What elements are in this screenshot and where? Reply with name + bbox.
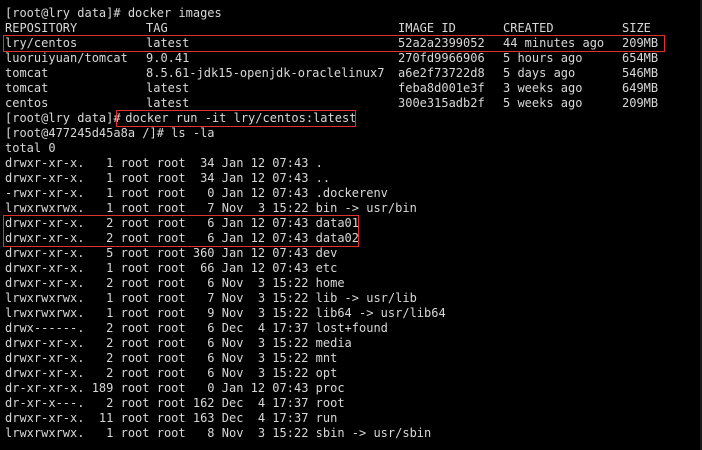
header-size: SIZE: [622, 21, 651, 35]
total-line: total 0: [5, 141, 56, 155]
image-created: 5 days ago: [503, 66, 576, 80]
images-header-row: REPOSITORY TAG IMAGE ID CREATED SIZE: [5, 21, 695, 36]
ls-entry: -rwxr-xr-x. 1 root root 0 Jan 12 07:43 .…: [5, 186, 388, 200]
terminal-window[interactable]: [root@lry data]# docker images REPOSITOR…: [0, 0, 702, 450]
highlight-box-run-command: [116, 110, 356, 127]
ls-entry: lrwxrwxrwx. 1 root root 7 Nov 3 15:22 bi…: [5, 201, 417, 215]
image-row: centos latest 300e315adb2f 5 weeks ago 2…: [5, 96, 695, 111]
highlight-box-data-dirs: [3, 215, 359, 247]
ls-entry: drwxr-xr-x. 5 root root 360 Jan 12 07:43…: [5, 246, 338, 260]
ls-entry: lrwxrwxrwx. 1 root root 7 Nov 3 15:22 li…: [5, 291, 417, 305]
ls-entry: drwxr-xr-x. 2 root root 6 Nov 3 15:22 me…: [5, 336, 352, 350]
image-repository: centos: [5, 96, 49, 110]
image-repository: luoruiyuan/tomcat: [5, 51, 128, 65]
image-id: 270fd9966906: [398, 51, 485, 65]
header-repository: REPOSITORY: [5, 21, 78, 35]
image-size: 546MB: [622, 66, 659, 80]
ls-entry: drwxr-xr-x. 1 root root 66 Jan 12 07:43 …: [5, 261, 338, 275]
image-row: tomcat latest feba8d001e3f 3 weeks ago 6…: [5, 81, 695, 96]
image-id: 300e315adb2f: [398, 96, 485, 110]
ls-entry: lrwxrwxrwx. 1 root root 8 Nov 3 15:22 sb…: [5, 426, 432, 440]
ls-entry: drwxr-xr-x. 1 root root 34 Jan 12 07:43 …: [5, 171, 331, 185]
image-repository: tomcat: [5, 81, 49, 95]
ls-entry: drwxr-xr-x. 2 root root 6 Nov 3 15:22 op…: [5, 366, 338, 380]
ls-entry: drwxr-xr-x. 1 root root 34 Jan 12 07:43 …: [5, 156, 323, 170]
image-id: feba8d001e3f: [398, 81, 485, 95]
header-image-id: IMAGE ID: [398, 21, 456, 35]
ls-entry: drwxr-xr-x. 2 root root 6 Nov 3 15:22 mn…: [5, 351, 338, 365]
image-row: luoruiyuan/tomcat 9.0.41 270fd9966906 5 …: [5, 51, 695, 66]
ls-entry: dr-xr-xr-x. 189 root root 0 Jan 12 07:43…: [5, 381, 345, 395]
image-row: tomcat 8.5.61-jdk15-openjdk-oraclelinux7…: [5, 66, 695, 81]
highlight-box-image-row: [3, 35, 665, 52]
image-created: 5 weeks ago: [503, 96, 583, 110]
run-prompt: [root@lry data]#: [5, 111, 121, 125]
image-id: a6e2f73722d8: [398, 66, 485, 80]
ls-entry: drwx------. 2 root root 6 Dec 4 17:37 lo…: [5, 321, 388, 335]
command-line-ls: [root@477245d45a8a /]# ls -la: [5, 126, 215, 140]
image-tag: 9.0.41: [146, 51, 190, 65]
image-created: 5 hours ago: [503, 51, 583, 65]
image-tag: latest: [146, 96, 190, 110]
header-created: CREATED: [503, 21, 554, 35]
ls-entry: drwxr-xr-x. 11 root root 163 Dec 4 17:37…: [5, 411, 338, 425]
image-tag: 8.5.61-jdk15-openjdk-oraclelinux7: [146, 66, 385, 80]
header-tag: TAG: [146, 21, 168, 35]
ls-entry: drwxr-xr-x. 2 root root 6 Nov 3 15:22 ho…: [5, 276, 345, 290]
image-size: 654MB: [622, 51, 659, 65]
image-created: 3 weeks ago: [503, 81, 583, 95]
command-line-docker-images: [root@lry data]# docker images: [5, 6, 222, 20]
image-size: 649MB: [622, 81, 659, 95]
image-tag: latest: [146, 81, 190, 95]
ls-entry: lrwxrwxrwx. 1 root root 9 Nov 3 15:22 li…: [5, 306, 446, 320]
image-repository: tomcat: [5, 66, 49, 80]
image-size: 209MB: [622, 96, 659, 110]
ls-entry: dr-xr-x---. 2 root root 162 Dec 4 17:37 …: [5, 396, 345, 410]
